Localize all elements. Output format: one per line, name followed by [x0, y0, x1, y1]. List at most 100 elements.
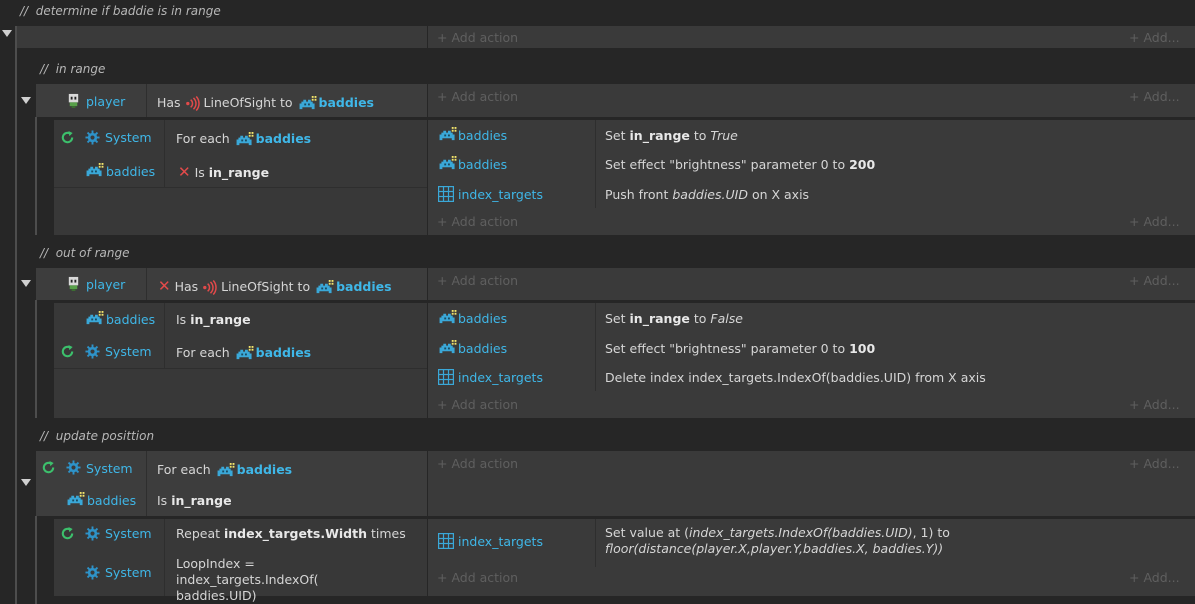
add-action-link[interactable]: + Add action — [437, 214, 518, 229]
system-object[interactable]: System — [105, 565, 152, 581]
actions-block — [428, 120, 1195, 235]
gear-icon — [85, 565, 100, 580]
baddie-sprite-icon — [84, 163, 106, 178]
add-action-link[interactable]: + Add action — [437, 397, 518, 412]
comment-out-of-range[interactable]: // out of range — [40, 246, 129, 260]
condition-text[interactable]: Has LineOfSight to baddies — [157, 95, 374, 111]
add-action-link[interactable]: + Add action — [437, 273, 518, 288]
cond-bold: in_range — [190, 312, 251, 327]
action-text[interactable]: Set effect "brightness" parameter 0 to 2… — [605, 157, 875, 173]
condition-text[interactable]: Repeat index_targets.Width times — [176, 526, 406, 542]
comment-update-position[interactable]: // update posittion — [40, 429, 154, 443]
add-more-link[interactable]: + Add... — [1129, 89, 1180, 104]
action-text[interactable]: Set effect "brightness" parameter 0 to 1… — [605, 341, 875, 357]
player-skull-icon — [66, 276, 81, 291]
invert-x-icon: ✕ — [158, 277, 171, 295]
act-bold: 200 — [849, 157, 876, 172]
divider — [595, 303, 596, 391]
condition-text[interactable]: For each baddies — [176, 131, 311, 147]
loop-icon — [60, 130, 75, 145]
condition-text[interactable]: ✕ Has LineOfSight to baddies — [158, 278, 392, 295]
cond-prefix: For each — [176, 345, 230, 360]
empty-condition-block[interactable] — [17, 26, 427, 48]
cond-target: baddies — [336, 279, 392, 294]
collapse-toggle-icon[interactable] — [2, 30, 12, 37]
player-skull-icon — [66, 93, 81, 108]
add-action-link[interactable]: + Add action — [437, 89, 518, 104]
act-italic-2: floor(distance(player.X,player.Y,baddies… — [605, 541, 944, 556]
divider — [164, 519, 165, 596]
action-object[interactable]: baddies — [458, 311, 507, 327]
system-object[interactable]: System — [105, 526, 152, 542]
event-indent-line — [35, 300, 37, 418]
loop-icon — [60, 344, 75, 359]
act-italic: False — [710, 311, 743, 326]
act-mid: to — [693, 128, 707, 143]
action-text[interactable]: Delete index index_targets.IndexOf(baddi… — [605, 370, 986, 386]
cond-bold: index_targets.Width — [224, 526, 367, 541]
system-object[interactable]: System — [105, 344, 152, 360]
condition-text[interactable]: LoopIndex = index_targets.IndexOf( baddi… — [176, 556, 401, 604]
baddie-sprite-icon — [437, 156, 459, 171]
condition-text[interactable]: ✕ Is in_range — [178, 164, 269, 181]
condition-text[interactable]: Is in_range — [176, 312, 251, 328]
cond-prefix: Is — [157, 493, 168, 508]
act-bold: 100 — [849, 341, 876, 356]
object-name[interactable]: baddies — [106, 312, 155, 328]
object-name[interactable]: baddies — [87, 493, 136, 509]
add-more-link[interactable]: + Add... — [1129, 397, 1180, 412]
system-object[interactable]: System — [105, 130, 152, 146]
add-more-link[interactable]: + Add... — [1129, 273, 1180, 288]
divider — [146, 84, 147, 117]
add-more-link[interactable]: + Add... — [1129, 214, 1180, 229]
collapse-toggle-icon[interactable] — [21, 479, 31, 486]
loop-icon — [60, 526, 75, 541]
condition-text[interactable]: For each baddies — [157, 462, 292, 478]
action-text[interactable]: Push front baddies.UID on X axis — [605, 187, 809, 203]
cond-bold: in_range — [171, 493, 232, 508]
action-object[interactable]: index_targets — [458, 187, 543, 203]
action-object[interactable]: index_targets — [458, 370, 543, 386]
object-name[interactable]: baddies — [106, 164, 155, 180]
collapse-toggle-icon[interactable] — [21, 97, 31, 104]
comment-in-range[interactable]: // in range — [40, 62, 105, 76]
action-object[interactable]: baddies — [458, 128, 507, 144]
add-action-link[interactable]: + Add action — [437, 456, 518, 471]
comment-determine[interactable]: // determine if baddie is in range — [20, 4, 221, 18]
add-more-link[interactable]: + Add... — [1129, 30, 1180, 45]
action-object[interactable]: baddies — [458, 341, 507, 357]
cond-target: baddies — [255, 345, 312, 360]
add-more-link[interactable]: + Add... — [1129, 456, 1180, 471]
gear-icon — [85, 526, 100, 541]
condition-text[interactable]: Is in_range — [157, 493, 232, 509]
array-grid-icon — [438, 533, 454, 549]
action-text[interactable]: Set value at (index_targets.IndexOf(badd… — [605, 525, 1185, 557]
collapse-toggle-icon[interactable] — [21, 280, 31, 287]
act-prefix: Set effect "brightness" parameter 0 to — [605, 341, 846, 356]
action-text[interactable]: Set in_range to False — [605, 311, 743, 327]
cond-suffix: times — [370, 526, 406, 541]
add-action-link[interactable]: + Add action — [437, 570, 518, 585]
baddie-sprite-icon — [215, 463, 237, 478]
add-action-link[interactable]: + Add action — [437, 30, 518, 45]
cond-target: baddies — [318, 95, 374, 110]
system-object[interactable]: System — [86, 461, 133, 477]
baddie-sprite-icon — [234, 132, 256, 147]
divider — [146, 451, 147, 516]
add-more-link[interactable]: + Add... — [1129, 570, 1180, 585]
gear-icon — [85, 130, 100, 145]
cond-prefix: Has — [157, 95, 181, 110]
cond-middle: LineOfSight to — [203, 95, 293, 110]
baddie-sprite-icon — [297, 96, 319, 111]
condition-text[interactable]: For each baddies — [176, 345, 311, 361]
action-object[interactable]: index_targets — [458, 534, 543, 550]
act-suffix: on X axis — [751, 187, 810, 202]
actions-block — [428, 303, 1195, 418]
divider — [164, 303, 165, 368]
object-name[interactable]: player — [86, 277, 125, 293]
action-text[interactable]: Set in_range to True — [605, 128, 738, 144]
act-bold: in_range — [629, 311, 690, 326]
action-object[interactable]: baddies — [458, 157, 507, 173]
object-name[interactable]: player — [86, 94, 125, 110]
line-of-sight-icon — [185, 96, 200, 111]
